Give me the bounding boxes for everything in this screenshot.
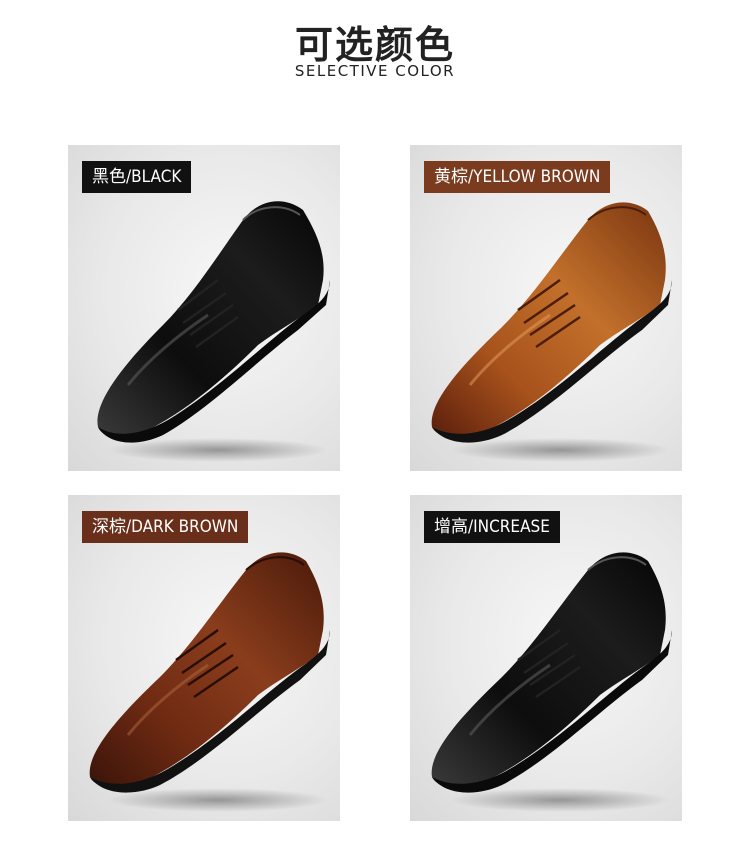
color-label: 深棕/DARK BROWN: [82, 511, 249, 543]
color-option-increase[interactable]: 增高/INCREASE: [410, 495, 682, 821]
color-option-black[interactable]: 黑色/BLACK: [68, 145, 340, 471]
color-option-yellow-brown[interactable]: 黄棕/YELLOW BROWN: [410, 145, 682, 471]
shoe-image-increase: [431, 552, 672, 812]
color-option-dark-brown[interactable]: 深棕/DARK BROWN: [68, 495, 340, 821]
shoe-image-dark-brown: [89, 552, 330, 812]
color-label: 增高/INCREASE: [424, 511, 560, 543]
shoe-image-yellow-brown: [431, 202, 672, 462]
page-subtitle: SELECTIVE COLOR: [294, 62, 456, 80]
page-title: 可选颜色: [294, 23, 455, 67]
color-label: 黑色/BLACK: [82, 161, 192, 193]
color-label: 黄棕/YELLOW BROWN: [424, 161, 611, 193]
shoe-image-black: [97, 201, 330, 462]
